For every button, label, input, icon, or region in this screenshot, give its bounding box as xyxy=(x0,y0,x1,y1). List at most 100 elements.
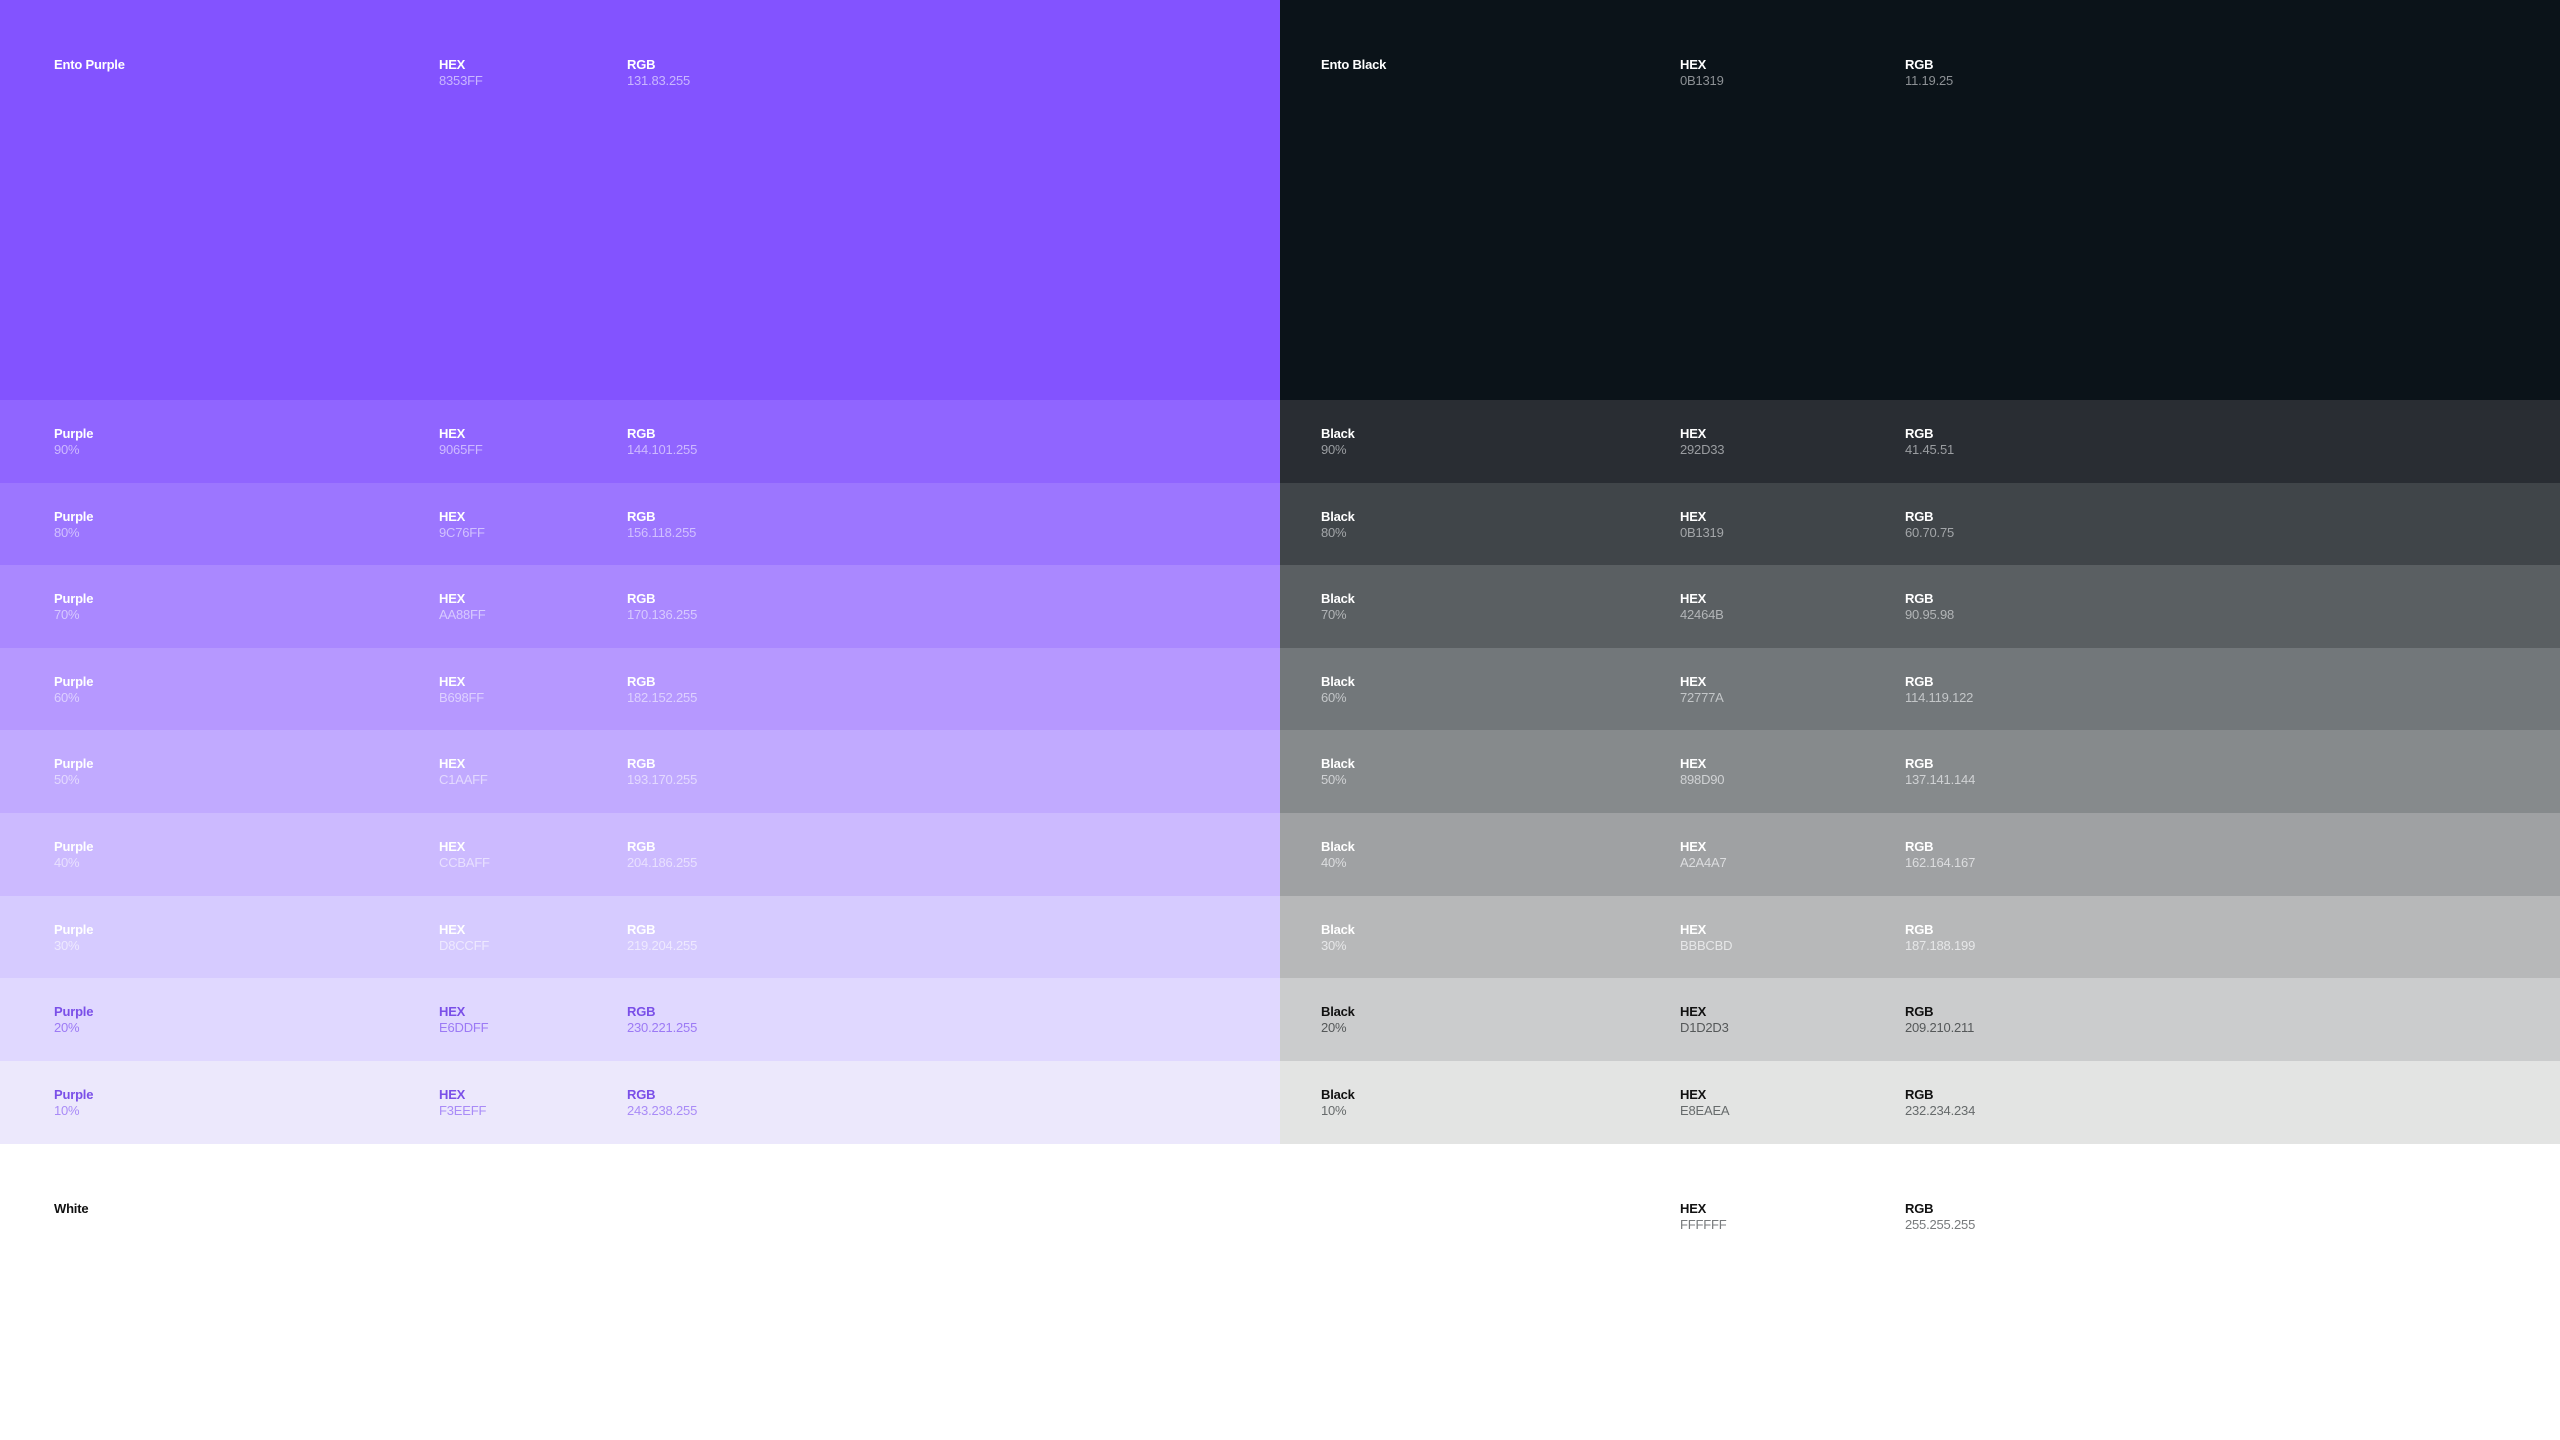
black-tint-rgb-title: RGB xyxy=(1905,426,1934,441)
purple-tint-hex-title: HEX xyxy=(439,922,466,937)
ento-purple-name: Ento Purple xyxy=(54,57,125,73)
purple-tint-rgb: RGB 170.136.255 xyxy=(627,591,697,623)
purple-tint-hex: HEX AA88FF xyxy=(439,591,486,623)
black-tint-name-value: 60% xyxy=(1321,690,1347,705)
purple-tint-hex-title: HEX xyxy=(439,1087,466,1102)
black-tint-rgb: RGB 187.188.199 xyxy=(1905,922,1975,954)
ento-black-hex-title: HEX xyxy=(1680,57,1707,72)
purple-tint-rgb: RGB 182.152.255 xyxy=(627,674,697,706)
black-tint-rgb-title: RGB xyxy=(1905,756,1934,771)
ento-black-hex-value: 0B1319 xyxy=(1680,73,1724,88)
purple-tint-rgb-value: 144.101.255 xyxy=(627,442,698,457)
black-tint-rgb-value: 162.164.167 xyxy=(1905,855,1976,870)
purple-tint-name-value: 80% xyxy=(54,525,80,540)
purple-tint-rgb: RGB 156.118.255 xyxy=(627,509,696,541)
black-tint-rgb-title: RGB xyxy=(1905,1087,1934,1102)
black-tint-name-title: Black xyxy=(1321,839,1355,854)
black-tint-rgb: RGB 162.164.167 xyxy=(1905,839,1975,871)
purple-tint-name: Purple 80% xyxy=(54,509,93,541)
purple-tint-hex: HEX B698FF xyxy=(439,674,484,706)
white-hex-value: FFFFFF xyxy=(1680,1217,1727,1232)
purple-tint-name-title: Purple xyxy=(54,1087,94,1102)
black-tint-rgb-title: RGB xyxy=(1905,591,1934,606)
purple-tint-name: Purple 40% xyxy=(54,839,93,871)
black-tint-hex: HEX 72777A xyxy=(1680,674,1724,706)
black-tint-name-title: Black xyxy=(1321,426,1355,441)
purple-tint-name-value: 70% xyxy=(54,607,80,622)
black-tint-hex: HEX D1D2D3 xyxy=(1680,1004,1729,1036)
purple-tint-name-title: Purple xyxy=(54,922,94,937)
white-rgb-value: 255.255.255 xyxy=(1905,1217,1976,1232)
purple-tint-hex: HEX 9C76FF xyxy=(439,509,485,541)
purple-tint-name-value: 40% xyxy=(54,855,80,870)
black-tint-name-value: 90% xyxy=(1321,442,1347,457)
black-tint-rgb-value: 90.95.98 xyxy=(1905,607,1955,622)
black-tint-hex: HEX E8EAEA xyxy=(1680,1087,1730,1119)
purple-tint-hex-title: HEX xyxy=(439,509,466,524)
black-tint-rgb-value: 232.234.234 xyxy=(1905,1103,1976,1118)
black-tint-rgb-value: 60.70.75 xyxy=(1905,525,1955,540)
purple-tint-rgb-title: RGB xyxy=(627,674,656,689)
purple-tint-rgb: RGB 204.186.255 xyxy=(627,839,697,871)
black-tint-rgb-title: RGB xyxy=(1905,839,1934,854)
ento-purple-rgb-title: RGB xyxy=(627,57,656,72)
black-tint-hex-value: E8EAEA xyxy=(1680,1103,1730,1118)
white-name-title: White xyxy=(54,1201,89,1216)
color-palette: Ento Purple HEX 8353FF RGB 131.83.255 Ento Bl… xyxy=(0,0,2560,1440)
black-tint-rgb: RGB 232.234.234 xyxy=(1905,1087,1975,1119)
black-tint-name: Black 90% xyxy=(1321,426,1355,458)
purple-tint-hex-value: C1AAFF xyxy=(439,772,488,787)
purple-tint-hex-value: CCBAFF xyxy=(439,855,490,870)
ento-purple-hex-title: HEX xyxy=(439,57,466,72)
purple-tint-name: Purple 10% xyxy=(54,1087,93,1119)
black-tint-rgb-value: 187.188.199 xyxy=(1905,938,1976,953)
purple-tint-rgb-value: 230.221.255 xyxy=(627,1020,698,1035)
black-tint-hex-value: BBBCBD xyxy=(1680,938,1733,953)
black-tint-hex-title: HEX xyxy=(1680,1087,1707,1102)
purple-tint-rgb-title: RGB xyxy=(627,839,656,854)
white-rgb-title: RGB xyxy=(1905,1201,1934,1216)
black-tint-hex-value: 72777A xyxy=(1680,690,1724,705)
black-tint-rgb: RGB 209.210.211 xyxy=(1905,1004,1974,1036)
purple-tint-name-title: Purple xyxy=(54,1004,94,1019)
purple-tint-hex: HEX 9065FF xyxy=(439,426,483,458)
black-tint-hex-title: HEX xyxy=(1680,591,1707,606)
purple-tint-rgb-value: 193.170.255 xyxy=(627,772,698,787)
purple-tint-rgb-title: RGB xyxy=(627,1087,656,1102)
black-tint-hex-title: HEX xyxy=(1680,756,1707,771)
purple-tint-rgb: RGB 243.238.255 xyxy=(627,1087,697,1119)
purple-tint-name-title: Purple xyxy=(54,756,94,771)
purple-tint-hex-value: D8CCFF xyxy=(439,938,490,953)
black-tint-hex-title: HEX xyxy=(1680,674,1707,689)
purple-tint-name-title: Purple xyxy=(54,839,94,854)
purple-tint-hex-value: F3EEFF xyxy=(439,1103,487,1118)
purple-tint-rgb-title: RGB xyxy=(627,426,656,441)
purple-tint-rgb-value: 182.152.255 xyxy=(627,690,698,705)
purple-tint-rgb: RGB 144.101.255 xyxy=(627,426,697,458)
purple-tint-rgb-title: RGB xyxy=(627,591,656,606)
black-tint-hex-value: 292D33 xyxy=(1680,442,1725,457)
purple-tint-name-value: 90% xyxy=(54,442,80,457)
purple-tint-name: Purple 20% xyxy=(54,1004,93,1036)
black-tint-hex-value: 898D90 xyxy=(1680,772,1725,787)
black-tint-rgb: RGB 90.95.98 xyxy=(1905,591,1954,623)
purple-tint-rgb-value: 170.136.255 xyxy=(627,607,698,622)
black-tint-name: Black 40% xyxy=(1321,839,1355,871)
purple-tint-name-value: 60% xyxy=(54,690,80,705)
purple-tint-rgb-title: RGB xyxy=(627,756,656,771)
black-tint-name-title: Black xyxy=(1321,1087,1355,1102)
black-tint-hex-value: 0B1319 xyxy=(1680,525,1724,540)
purple-tint-rgb-title: RGB xyxy=(627,509,656,524)
purple-tint-rgb-value: 156.118.255 xyxy=(627,525,697,540)
ento-purple-rgb-value: 131.83.255 xyxy=(627,73,691,88)
purple-tint-hex: HEX F3EEFF xyxy=(439,1087,486,1119)
purple-tint-name: Purple 50% xyxy=(54,756,93,788)
black-tint-name-title: Black xyxy=(1321,922,1355,937)
black-tint-hex: HEX 0B1319 xyxy=(1680,509,1724,541)
purple-tint-name-value: 50% xyxy=(54,772,80,787)
purple-tint-rgb-value: 219.204.255 xyxy=(627,938,698,953)
ento-black-hex: HEX 0B1319 xyxy=(1680,57,1724,89)
purple-tint-name-value: 20% xyxy=(54,1020,80,1035)
purple-tint-hex-title: HEX xyxy=(439,674,466,689)
white-rgb: RGB 255.255.255 xyxy=(1905,1201,1975,1233)
